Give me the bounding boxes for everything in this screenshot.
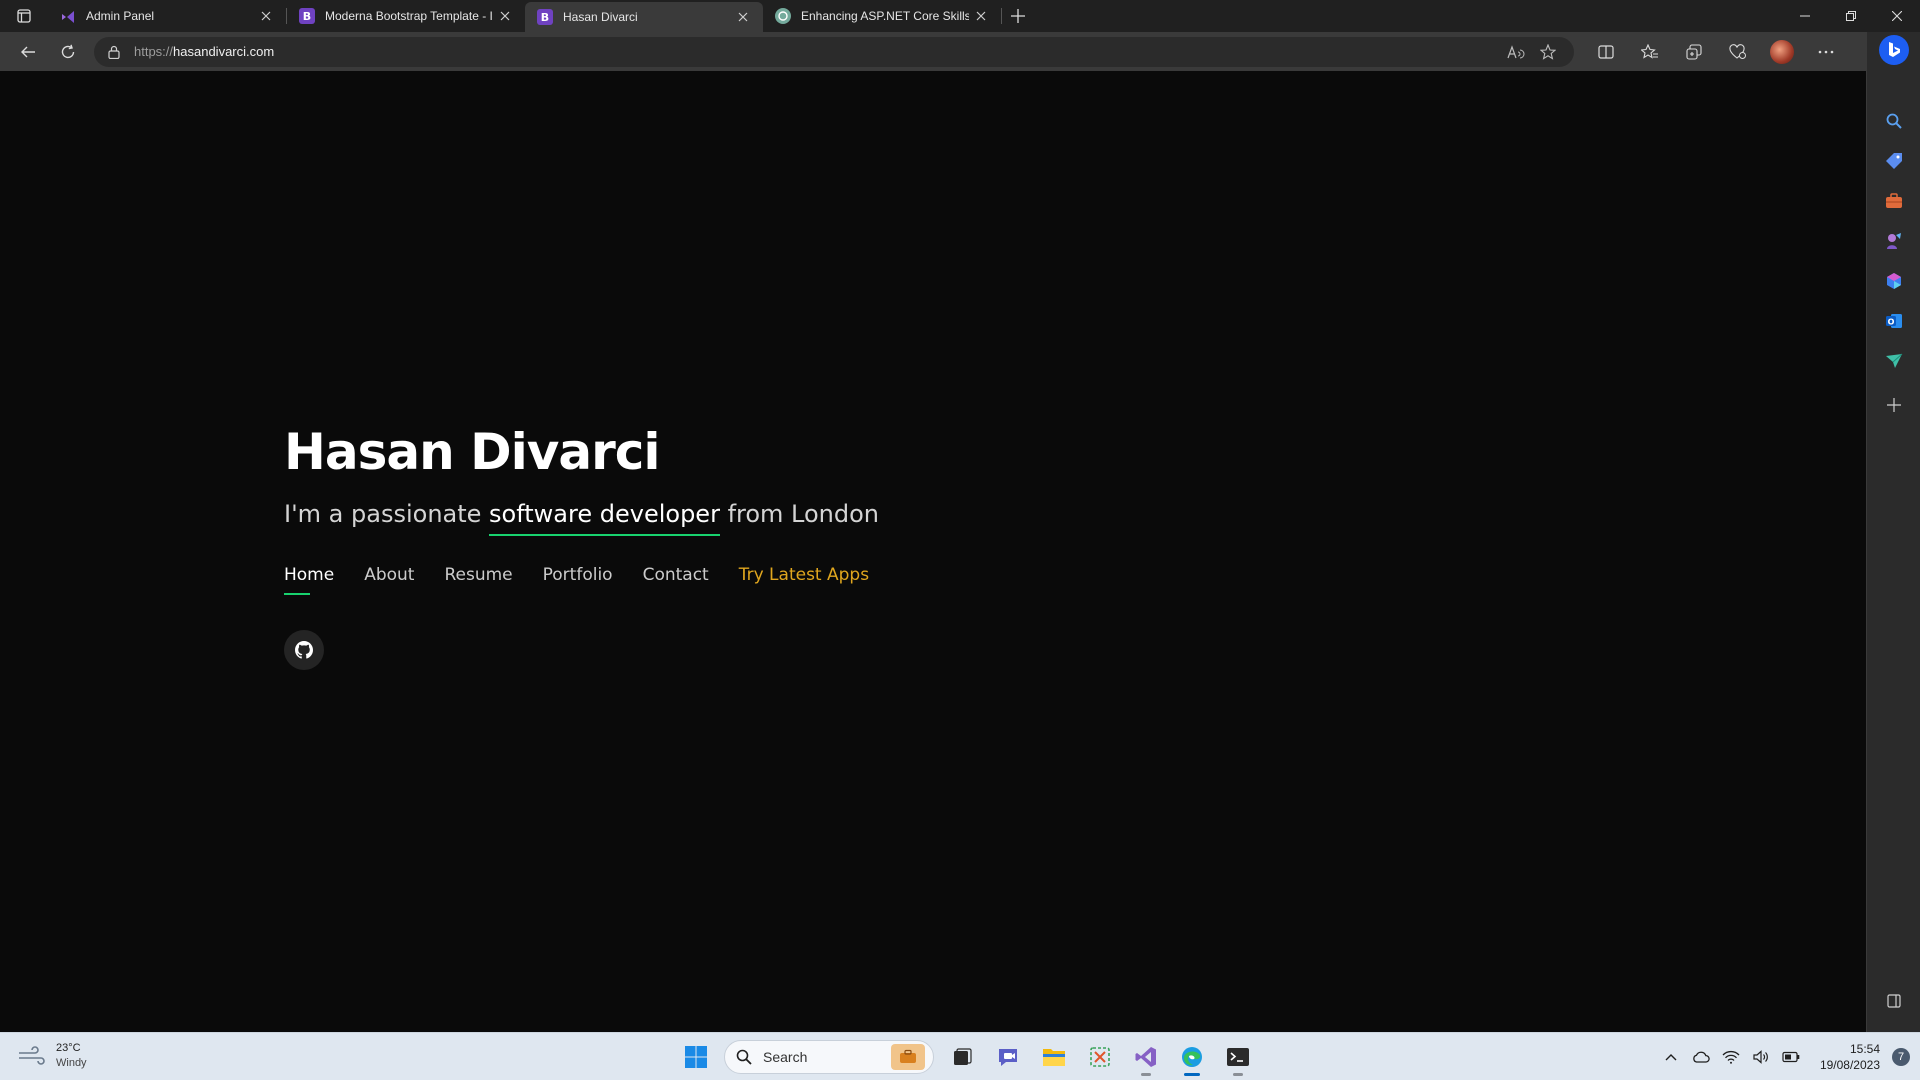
- address-bar[interactable]: https://hasandivarci.com: [94, 36, 1574, 67]
- tab-moderna[interactable]: B Moderna Bootstrap Template - In: [287, 0, 525, 32]
- site-navigation: Home About Resume Portfolio Contact Try …: [284, 565, 869, 595]
- close-icon[interactable]: [493, 4, 517, 28]
- add-sidebar-app-icon[interactable]: [1879, 390, 1909, 420]
- tagline-typed-text: software developer: [489, 500, 720, 536]
- windows-taskbar: 23°C Windy Search 15:54 19/08/2023 7: [0, 1032, 1920, 1080]
- profile-avatar[interactable]: [1770, 39, 1794, 64]
- teams-chat-icon[interactable]: [990, 1039, 1026, 1075]
- tagline-suffix: from London: [719, 500, 880, 528]
- url-scheme: https://: [134, 44, 174, 59]
- weather-temp: 23°C: [56, 1042, 81, 1054]
- bootstrap-icon: B: [299, 8, 315, 24]
- system-tray: 15:54 19/08/2023 7: [1656, 1039, 1910, 1075]
- restore-icon[interactable]: [1828, 0, 1874, 32]
- tab-admin-panel[interactable]: Admin Panel: [48, 0, 286, 32]
- hide-sidebar-icon[interactable]: [1879, 986, 1909, 1016]
- back-arrow-icon[interactable]: [8, 36, 48, 68]
- browser-essentials-icon[interactable]: [1716, 36, 1760, 68]
- tools-briefcase-icon[interactable]: [1879, 186, 1909, 216]
- read-aloud-icon[interactable]: [1500, 40, 1532, 64]
- close-window-icon[interactable]: [1874, 0, 1920, 32]
- tab-hasan-divarci[interactable]: B Hasan Divarci: [525, 2, 763, 32]
- hero-tagline: I'm a passionate software developer from…: [284, 500, 880, 536]
- github-icon[interactable]: [284, 630, 324, 670]
- clock-date: 19/08/2023: [1819, 1058, 1880, 1072]
- close-icon[interactable]: [731, 5, 755, 29]
- nav-about[interactable]: About: [364, 565, 414, 585]
- nav-home[interactable]: Home: [284, 565, 334, 595]
- windows-start-icon[interactable]: [678, 1039, 714, 1075]
- drop-send-icon[interactable]: [1879, 346, 1909, 376]
- tab-title: Moderna Bootstrap Template - In: [325, 9, 493, 23]
- tab-title: Hasan Divarci: [563, 10, 638, 24]
- search-icon[interactable]: [1879, 106, 1909, 136]
- task-view-icon[interactable]: [944, 1039, 980, 1075]
- tab-chatgpt[interactable]: Enhancing ASP.NET Core Skills: [763, 0, 1001, 32]
- chatgpt-icon: [775, 8, 791, 24]
- url-host: hasandivarci.com: [173, 44, 275, 59]
- visual-studio-icon[interactable]: [1128, 1039, 1164, 1076]
- refresh-icon[interactable]: [48, 36, 88, 68]
- nav-resume[interactable]: Resume: [444, 565, 512, 585]
- volume-icon[interactable]: [1749, 1045, 1773, 1069]
- collections-icon[interactable]: [1672, 36, 1716, 68]
- onedrive-cloud-icon[interactable]: [1689, 1045, 1713, 1069]
- weather-condition: Windy: [56, 1057, 87, 1069]
- search-highlight-icon: [891, 1044, 925, 1070]
- notification-badge[interactable]: 7: [1892, 1048, 1910, 1066]
- nav-contact[interactable]: Contact: [643, 565, 709, 585]
- chevron-up-icon[interactable]: [1659, 1045, 1683, 1069]
- battery-icon[interactable]: [1779, 1045, 1803, 1069]
- snipping-tool-icon[interactable]: [1082, 1039, 1118, 1075]
- clock[interactable]: 15:54 19/08/2023: [1820, 1041, 1880, 1073]
- web-content: Hasan Divarci I'm a passionate software …: [0, 71, 1866, 1032]
- shopping-tag-icon[interactable]: [1879, 146, 1909, 176]
- favorite-star-icon[interactable]: [1532, 40, 1564, 64]
- close-icon[interactable]: [969, 4, 993, 28]
- wind-icon: [14, 1041, 48, 1071]
- tagline-prefix: I'm a passionate: [284, 500, 490, 528]
- vs-purple-icon: [60, 8, 76, 24]
- svg-text:B: B: [541, 11, 549, 24]
- weather-text: 23°C Windy: [56, 1041, 87, 1071]
- browser-toolbar: https://hasandivarci.com: [0, 32, 1920, 71]
- edge-sidebar: O: [1866, 32, 1920, 1048]
- weather-widget[interactable]: 23°C Windy: [14, 1041, 87, 1071]
- wifi-icon[interactable]: [1719, 1045, 1743, 1069]
- minimize-icon[interactable]: [1782, 0, 1828, 32]
- bing-chat-icon[interactable]: [1879, 35, 1909, 65]
- terminal-icon[interactable]: [1220, 1039, 1256, 1076]
- taskbar-apps: Search: [678, 1039, 1256, 1076]
- tab-strip: Admin Panel B Moderna Bootstrap Template…: [0, 0, 1920, 32]
- tab-actions-icon[interactable]: [0, 0, 48, 32]
- window-controls: [1782, 0, 1920, 32]
- nav-try-latest-apps[interactable]: Try Latest Apps: [739, 565, 869, 585]
- svg-text:O: O: [1888, 318, 1895, 327]
- search-label: Search: [763, 1049, 808, 1065]
- nav-portfolio[interactable]: Portfolio: [543, 565, 613, 585]
- favorites-icon[interactable]: [1628, 36, 1672, 68]
- close-icon[interactable]: [254, 4, 278, 28]
- toolbar-actions: [1584, 36, 1848, 68]
- url-text[interactable]: https://hasandivarci.com: [134, 44, 1500, 59]
- outlook-icon[interactable]: O: [1879, 306, 1909, 336]
- svg-text:B: B: [303, 10, 311, 23]
- hero-title: Hasan Divarci: [284, 423, 661, 481]
- search-icon: [735, 1048, 753, 1066]
- clock-time: 15:54: [1849, 1042, 1880, 1056]
- bootstrap-icon: B: [537, 9, 553, 25]
- file-explorer-icon[interactable]: [1036, 1039, 1072, 1075]
- tab-title: Enhancing ASP.NET Core Skills: [801, 9, 969, 23]
- tab-title: Admin Panel: [86, 9, 155, 23]
- taskbar-search[interactable]: Search: [724, 1040, 934, 1074]
- split-screen-icon[interactable]: [1584, 36, 1628, 68]
- microsoft-365-icon[interactable]: [1879, 266, 1909, 296]
- games-icon[interactable]: [1879, 226, 1909, 256]
- lock-icon[interactable]: [104, 42, 124, 62]
- edge-browser-icon[interactable]: [1174, 1039, 1210, 1076]
- new-tab-icon[interactable]: [1002, 0, 1034, 32]
- more-options-icon[interactable]: [1804, 36, 1848, 68]
